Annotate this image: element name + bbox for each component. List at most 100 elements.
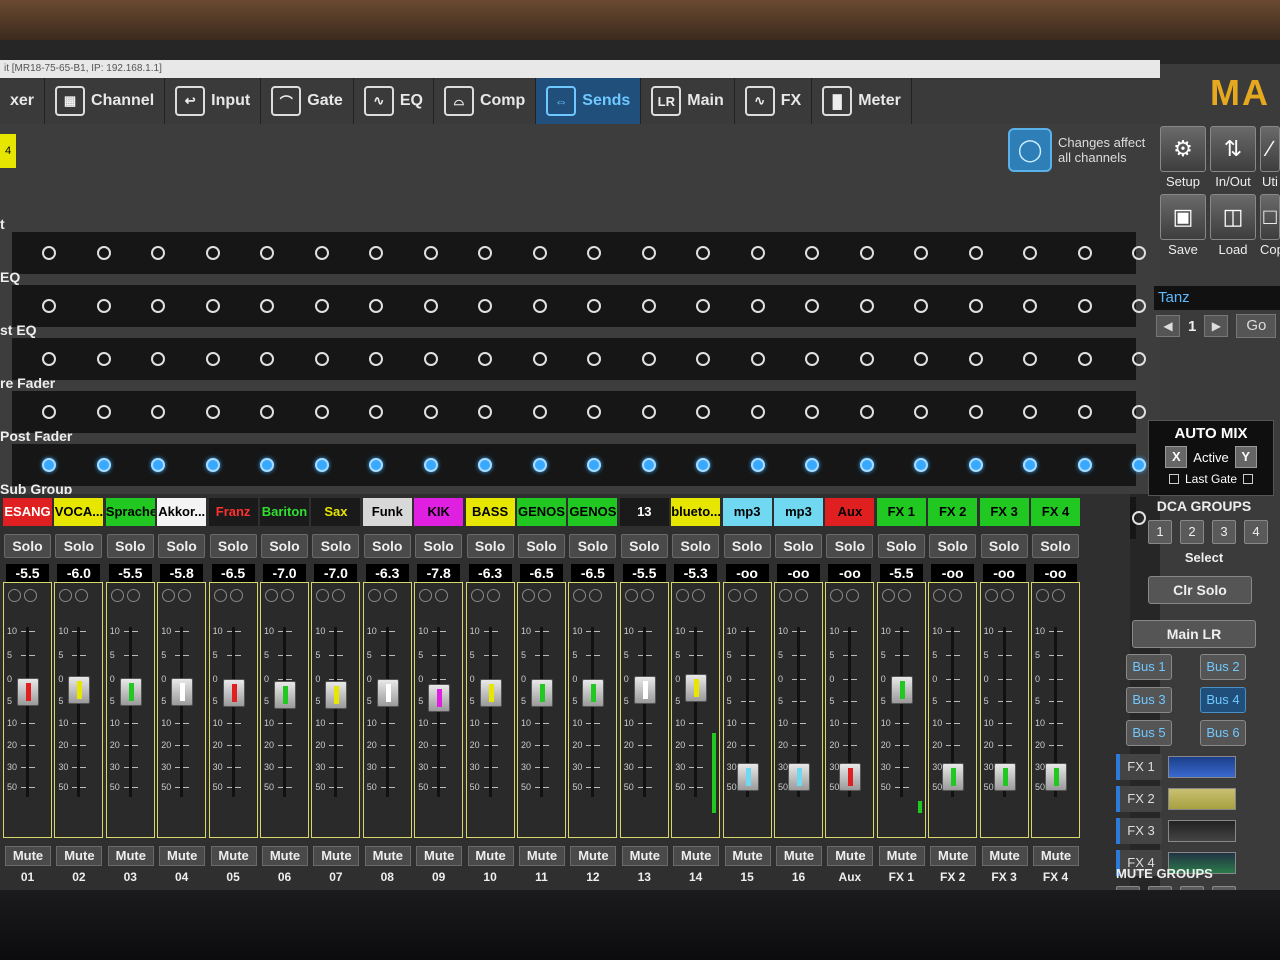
solo-button[interactable]: Solo (106, 534, 154, 558)
fader-knob[interactable] (942, 762, 965, 791)
mute-button[interactable]: Mute (621, 846, 668, 866)
send-radio[interactable] (750, 405, 765, 419)
fader-knob[interactable] (479, 679, 502, 708)
solo-button[interactable]: Solo (312, 534, 360, 558)
send-radio[interactable] (914, 246, 928, 260)
send-radio[interactable] (96, 299, 111, 313)
fader-knob[interactable] (685, 674, 708, 703)
mute-button[interactable]: Mute (5, 846, 51, 866)
fx-thumbnail[interactable] (1168, 788, 1236, 810)
channel-name[interactable]: mp3 (722, 498, 772, 526)
utility-button[interactable]: ∕ (1260, 126, 1280, 172)
solo-button[interactable]: Solo (4, 534, 51, 558)
send-radio[interactable] (641, 458, 656, 472)
send-radio[interactable] (260, 405, 274, 419)
tab-input[interactable]: ↩ Input (165, 78, 262, 124)
mute-button[interactable]: Mute (107, 846, 154, 866)
solo-button[interactable]: Solo (775, 534, 822, 558)
send-radio[interactable] (532, 246, 547, 260)
send-radio[interactable] (205, 299, 220, 313)
solo-button[interactable]: Solo (826, 534, 874, 558)
channel-name[interactable]: 13 (619, 498, 669, 526)
send-radio[interactable] (205, 352, 220, 366)
send-radio[interactable] (423, 246, 438, 260)
mute-button[interactable]: Mute (570, 846, 617, 866)
send-radio[interactable] (1023, 458, 1037, 472)
bus-button[interactable]: Bus 4 (1200, 687, 1246, 713)
fader-knob[interactable] (325, 681, 348, 709)
send-radio[interactable] (478, 246, 492, 260)
send-radio[interactable] (1132, 352, 1146, 366)
send-radio[interactable] (96, 352, 111, 366)
bus-button[interactable]: Bus 1 (1126, 654, 1172, 680)
save-button[interactable]: ▣ (1160, 194, 1206, 240)
send-radio[interactable] (423, 352, 438, 366)
channel-name[interactable]: ESANG (3, 498, 52, 526)
send-radio[interactable] (968, 458, 983, 472)
send-radio[interactable] (151, 405, 165, 419)
send-radio[interactable] (1132, 246, 1146, 260)
mute-button[interactable]: Mute (827, 846, 874, 866)
send-radio[interactable] (42, 352, 56, 366)
send-radio[interactable] (805, 458, 819, 472)
mute-button[interactable]: Mute (210, 846, 257, 866)
mute-button[interactable]: Mute (981, 846, 1028, 866)
send-radio[interactable] (1132, 511, 1146, 525)
send-radio[interactable] (914, 299, 928, 313)
fx-button[interactable]: FX 1 (1116, 754, 1162, 780)
send-radio[interactable] (314, 299, 329, 313)
channel-name[interactable]: GENOS (517, 498, 566, 526)
send-radio[interactable] (314, 352, 329, 366)
solo-button[interactable]: Solo (877, 534, 925, 558)
channel-name[interactable]: FX 2 (928, 498, 978, 526)
send-radio[interactable] (369, 405, 383, 419)
send-radio[interactable] (369, 246, 383, 260)
send-radio[interactable] (1023, 352, 1037, 366)
fader-knob[interactable] (993, 762, 1016, 791)
send-radio[interactable] (587, 405, 601, 419)
fader-knob[interactable] (376, 679, 399, 708)
fader-knob[interactable] (633, 675, 656, 704)
solo-button[interactable]: Solo (209, 534, 257, 558)
clear-solo-button[interactable]: Clr Solo (1148, 576, 1252, 604)
send-radio[interactable] (96, 246, 111, 260)
send-radio[interactable] (369, 299, 383, 313)
solo-button[interactable]: Solo (929, 534, 977, 558)
fader-knob[interactable] (736, 762, 759, 791)
send-radio[interactable] (532, 352, 547, 366)
bus-button[interactable]: Bus 5 (1126, 720, 1172, 746)
send-radio[interactable] (641, 352, 656, 366)
channel-name[interactable]: Bariton (260, 498, 309, 526)
next-scene-button[interactable]: ▶ (1204, 315, 1229, 337)
mute-button[interactable]: Mute (724, 846, 771, 866)
send-radio[interactable] (151, 246, 165, 260)
fader-knob[interactable] (428, 684, 451, 713)
send-radio[interactable] (587, 299, 601, 313)
send-radio[interactable] (968, 246, 983, 260)
send-radio[interactable] (205, 458, 220, 472)
send-radio[interactable] (314, 458, 329, 472)
mute-button[interactable]: Mute (364, 846, 411, 866)
solo-button[interactable]: Solo (158, 534, 206, 558)
send-radio[interactable] (750, 458, 765, 472)
send-radio[interactable] (968, 299, 983, 313)
tab-main[interactable]: LR Main (641, 78, 735, 124)
send-radio[interactable] (859, 352, 874, 366)
load-button[interactable]: ◫ (1210, 194, 1256, 240)
send-radio[interactable] (914, 458, 928, 472)
inout-button[interactable]: ⇅ (1210, 126, 1256, 172)
solo-button[interactable]: Solo (518, 534, 565, 558)
mute-button[interactable]: Mute (159, 846, 206, 866)
mute-button[interactable]: Mute (1033, 846, 1079, 866)
setup-button[interactable]: ⚙ (1160, 126, 1206, 172)
fader-knob[interactable] (222, 679, 245, 708)
send-radio[interactable] (151, 299, 165, 313)
channel-name[interactable]: FX 1 (876, 498, 926, 526)
bus-button[interactable]: Bus 6 (1200, 720, 1246, 746)
solo-button[interactable]: Solo (415, 534, 463, 558)
send-radio[interactable] (42, 299, 56, 313)
fader-knob[interactable] (274, 681, 296, 709)
fx-thumbnail[interactable] (1168, 820, 1236, 842)
send-radio[interactable] (260, 458, 274, 472)
send-radio[interactable] (696, 299, 710, 313)
